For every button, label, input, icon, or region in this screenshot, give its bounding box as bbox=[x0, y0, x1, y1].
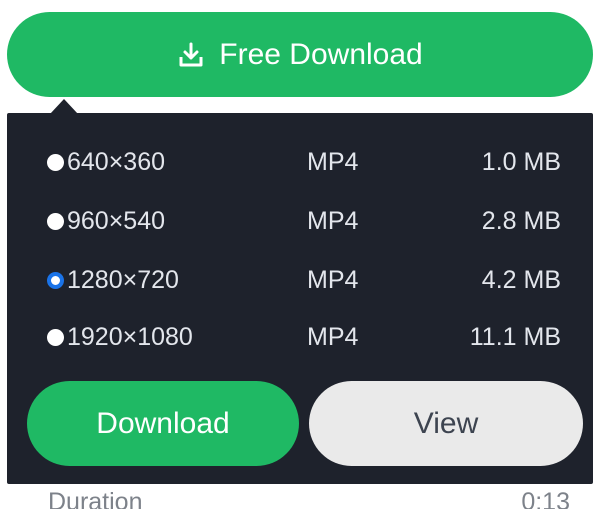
option-size: 1.0 MB bbox=[481, 147, 561, 176]
option-size: 2.8 MB bbox=[481, 206, 561, 235]
radio-button[interactable] bbox=[47, 153, 64, 171]
radio-button[interactable] bbox=[47, 212, 64, 230]
option-resolution: 960×540 bbox=[67, 206, 166, 235]
download-widget: Free Download 640×360 MP4 1.0 MB 960×540… bbox=[0, 0, 599, 509]
download-button[interactable]: Download bbox=[27, 381, 299, 466]
duration-value: 0:13 bbox=[521, 488, 570, 509]
option-format: MP4 bbox=[307, 265, 359, 294]
option-size: 4.2 MB bbox=[481, 265, 561, 294]
option-format: MP4 bbox=[307, 147, 359, 176]
radio-button-selected[interactable] bbox=[47, 271, 64, 289]
view-button[interactable]: View bbox=[309, 381, 583, 466]
resolution-popup: 640×360 MP4 1.0 MB 960×540 MP4 2.8 MB 12… bbox=[7, 113, 593, 484]
option-1920x1080[interactable]: 1920×1080 MP4 11.1 MB bbox=[7, 312, 593, 362]
option-1280x720[interactable]: 1280×720 MP4 4.2 MB bbox=[7, 255, 593, 305]
free-download-label: Free Download bbox=[219, 37, 423, 71]
option-resolution: 1920×1080 bbox=[67, 322, 193, 351]
option-resolution: 1280×720 bbox=[67, 265, 179, 294]
duration-label: Duration bbox=[48, 488, 143, 509]
option-format: MP4 bbox=[307, 206, 359, 235]
option-resolution: 640×360 bbox=[67, 147, 166, 176]
option-960x540[interactable]: 960×540 MP4 2.8 MB bbox=[7, 196, 593, 246]
option-size: 11.1 MB bbox=[469, 322, 561, 351]
option-640x360[interactable]: 640×360 MP4 1.0 MB bbox=[7, 137, 593, 187]
option-format: MP4 bbox=[307, 322, 359, 351]
duration-row: Duration 0:13 bbox=[48, 488, 570, 509]
popup-caret bbox=[50, 99, 78, 114]
download-tray-icon bbox=[177, 41, 205, 69]
radio-button[interactable] bbox=[47, 328, 64, 346]
free-download-button[interactable]: Free Download bbox=[7, 12, 593, 97]
